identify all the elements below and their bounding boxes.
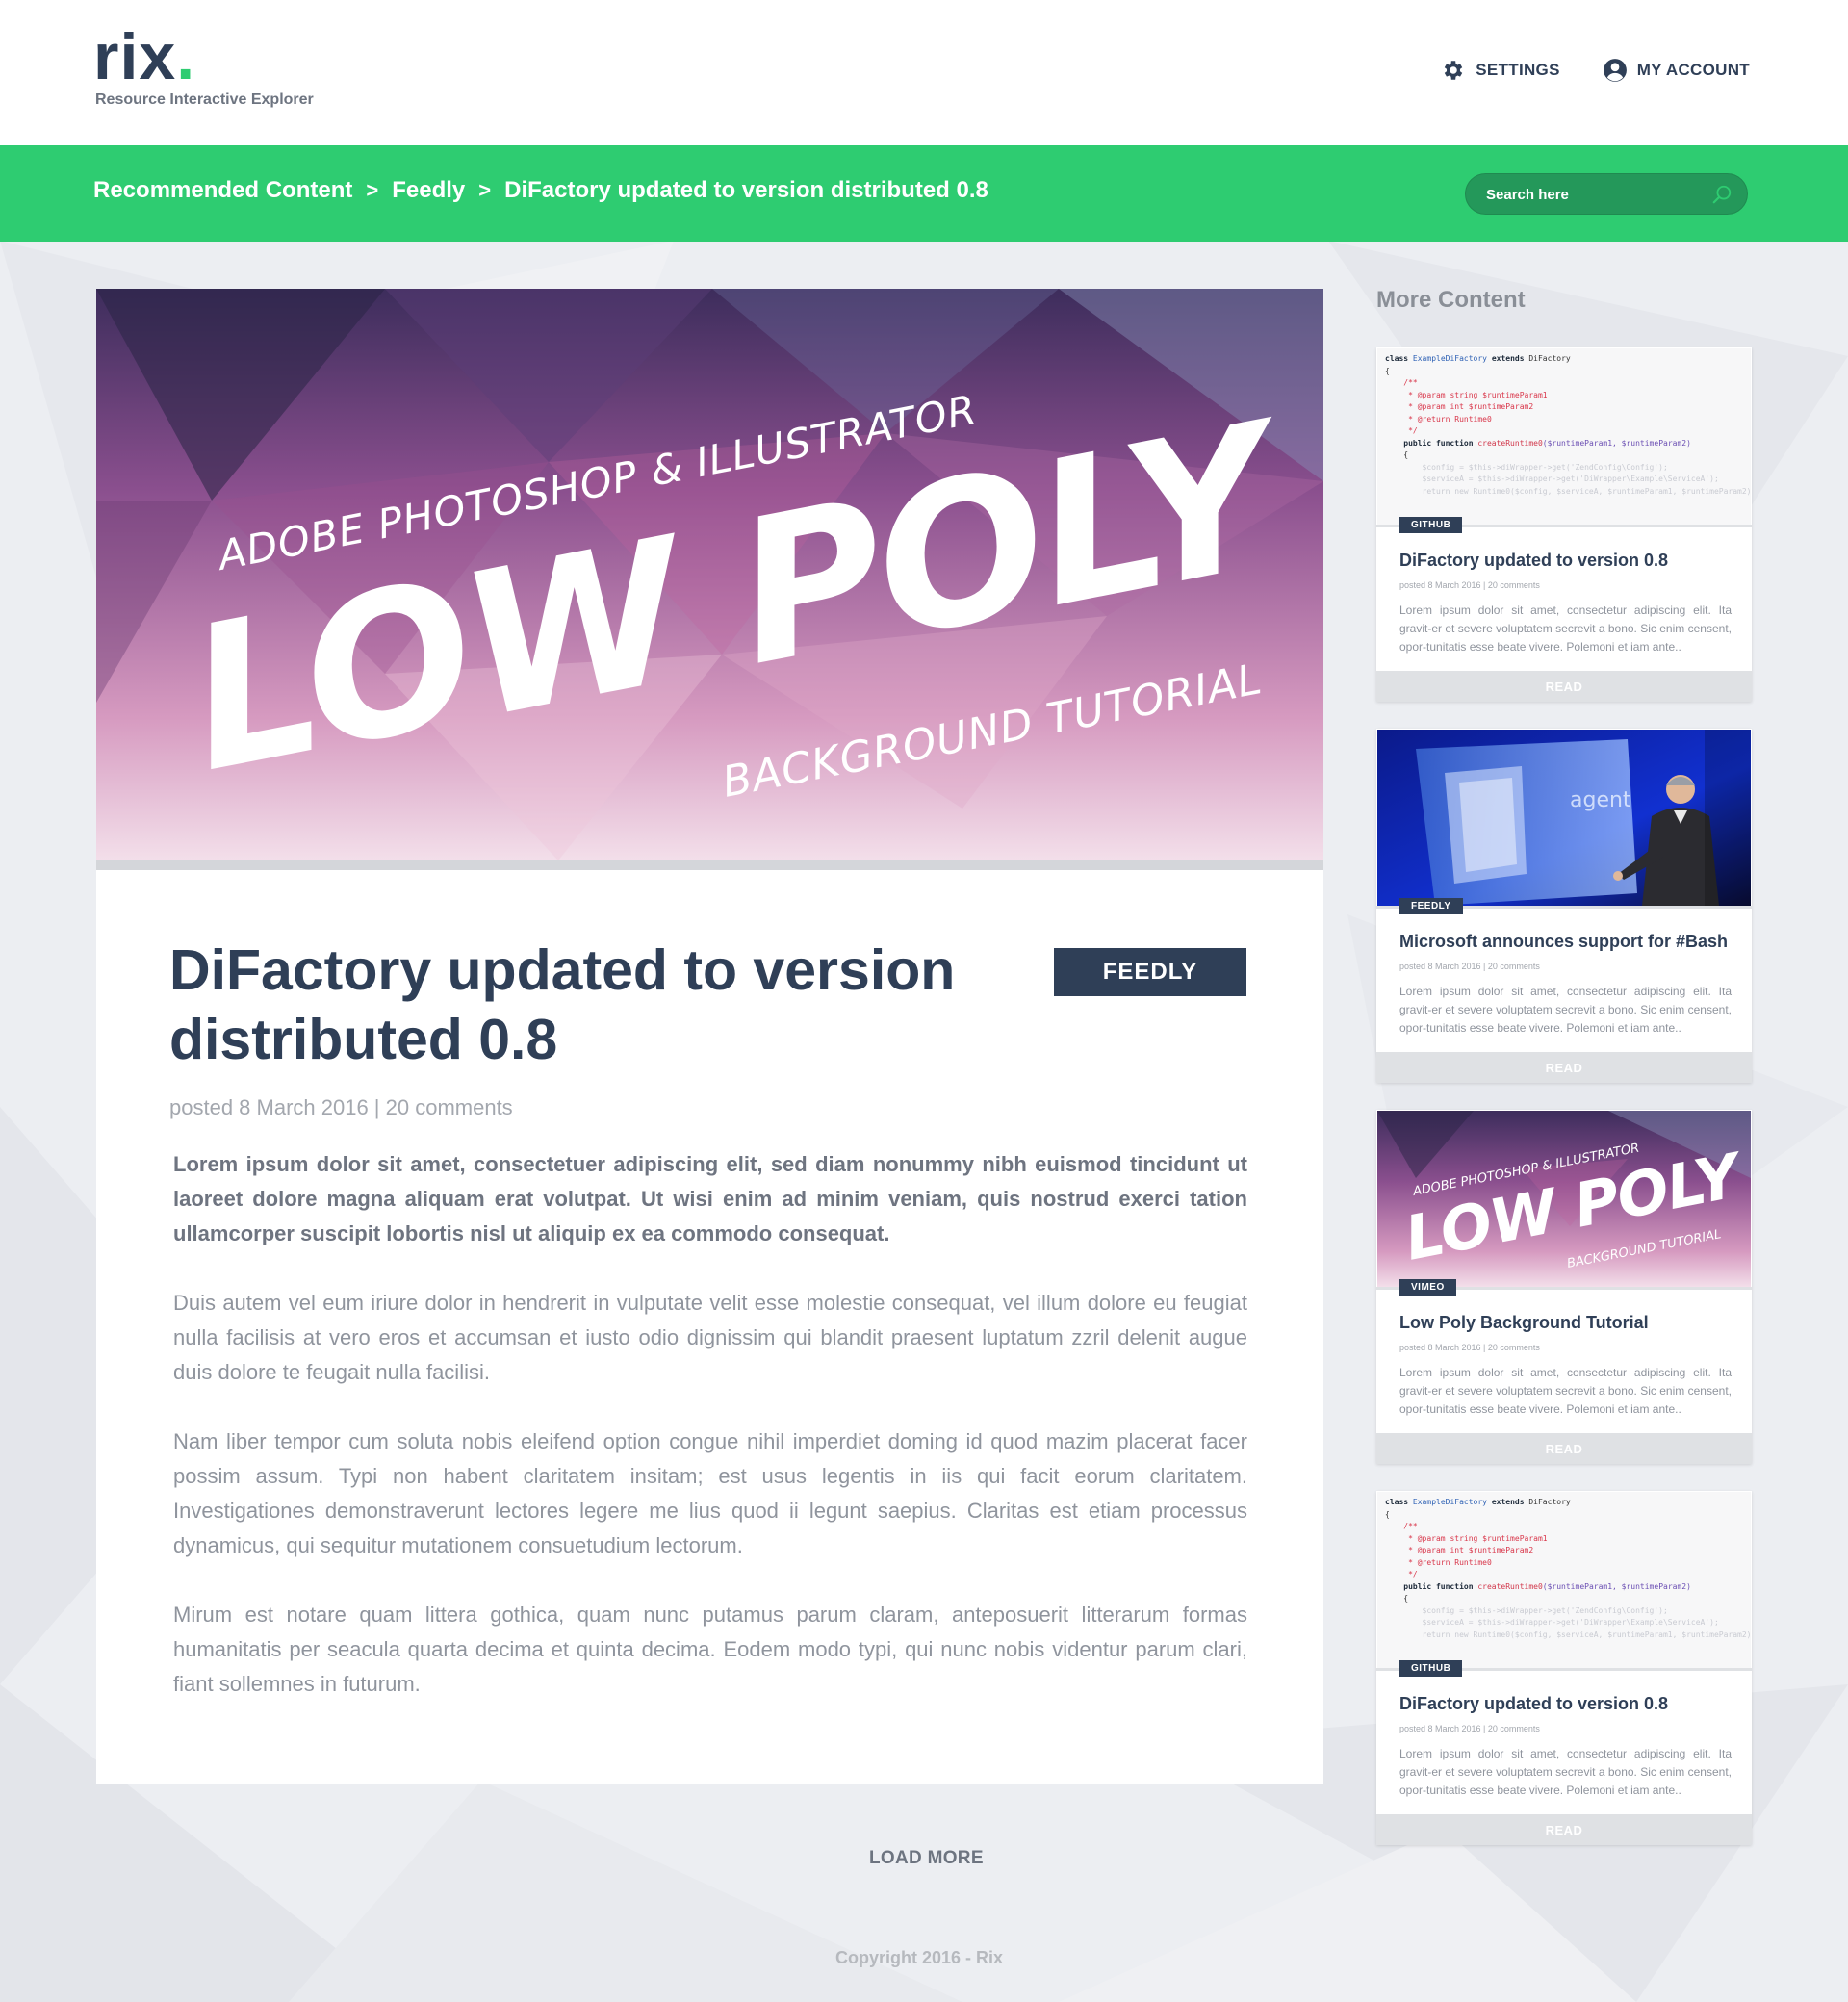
user-circle-icon — [1603, 59, 1627, 82]
card-thumbnail: class ExampleDiFactory extends DiFactory… — [1377, 348, 1751, 525]
logo-tagline: Resource Interactive Explorer — [95, 91, 314, 108]
settings-link[interactable]: SETTINGS — [1441, 58, 1559, 83]
article-title: DiFactory updated to version distributed… — [169, 938, 956, 1071]
content-card[interactable]: class ExampleDiFactory extends DiFactory… — [1376, 347, 1752, 702]
card-title[interactable]: DiFactory updated to version 0.8 — [1399, 1694, 1736, 1714]
top-header: rix. Resource Interactive Explorer SETTI… — [0, 0, 1848, 145]
article-meta: posted 8 March 2016 | 20 comments — [169, 1095, 513, 1119]
card-thumbnail: class ExampleDiFactory extends DiFactory… — [1377, 1492, 1751, 1668]
article-body: Lorem ipsum dolor sit amet, consectetuer… — [173, 1147, 1247, 1736]
card-meta: posted 8 March 2016 | 20 comments — [1399, 580, 1540, 590]
card-title[interactable]: Low Poly Background Tutorial — [1399, 1313, 1736, 1333]
code-snippet: class ExampleDiFactory extends DiFactory… — [1377, 348, 1751, 525]
breadcrumb: Recommended Content > Feedly > DiFactory… — [93, 177, 988, 204]
logo[interactable]: rix. Resource Interactive Explorer — [93, 20, 314, 108]
card-thumbnail: agent — [1377, 730, 1751, 906]
card-excerpt: Lorem ipsum dolor sit amet, consectetur … — [1399, 1747, 1732, 1797]
card-title[interactable]: Microsoft announces support for #Bash — [1399, 932, 1736, 952]
article-lead: Lorem ipsum dolor sit amet, consectetuer… — [173, 1152, 1247, 1245]
breadcrumb-bar: Recommended Content > Feedly > DiFactory… — [0, 145, 1848, 242]
card-tag[interactable]: FEEDLY — [1399, 898, 1463, 914]
card-meta: posted 8 March 2016 | 20 comments — [1399, 962, 1540, 971]
sidebar-title: More Content — [1376, 287, 1526, 313]
source-badge[interactable]: FEEDLY — [1054, 948, 1246, 996]
breadcrumb-item-current[interactable]: DiFactory updated to version distributed… — [504, 177, 988, 204]
card-thumbnail: ADOBE PHOTOSHOP & ILLUSTRATOR LOW POLY B… — [1377, 1111, 1751, 1287]
card-excerpt: Lorem ipsum dolor sit amet, consectetur … — [1399, 985, 1732, 1035]
load-more-button[interactable]: LOAD MORE — [869, 1848, 984, 1869]
top-nav: SETTINGS MY ACCOUNT — [1441, 58, 1750, 83]
card-meta: posted 8 March 2016 | 20 comments — [1399, 1724, 1540, 1733]
footer-copyright: Copyright 2016 - Rix — [835, 1948, 1004, 1967]
code-snippet: class ExampleDiFactory extends DiFactory… — [1377, 1492, 1751, 1668]
card-tag[interactable]: GITHUB — [1399, 1660, 1463, 1677]
read-button[interactable]: READ — [1376, 1433, 1752, 1464]
content-card[interactable]: class ExampleDiFactory extends DiFactory… — [1376, 1491, 1752, 1845]
card-meta: posted 8 March 2016 | 20 comments — [1399, 1343, 1540, 1352]
read-button[interactable]: READ — [1376, 671, 1752, 702]
article-paragraph: Duis autem vel eum iriure dolor in hendr… — [173, 1291, 1247, 1384]
article-paragraph: Nam liber tempor cum soluta nobis eleife… — [173, 1429, 1247, 1557]
my-account-link[interactable]: MY ACCOUNT — [1603, 58, 1750, 83]
breadcrumb-separator: > — [478, 178, 492, 202]
card-title[interactable]: DiFactory updated to version 0.8 — [1399, 551, 1736, 571]
read-button[interactable]: READ — [1376, 1814, 1752, 1845]
breadcrumb-item-recommended[interactable]: Recommended Content — [93, 177, 352, 204]
logo-mark: rix. — [93, 20, 196, 93]
card-excerpt: Lorem ipsum dolor sit amet, consectetur … — [1399, 1366, 1732, 1416]
hero-image: ADOBE PHOTOSHOP & ILLUSTRATOR LOW POLY B… — [96, 289, 1323, 860]
content-card[interactable]: agent FEEDLY Microsoft announces support… — [1376, 729, 1752, 1083]
breadcrumb-item-feedly[interactable]: Feedly — [392, 177, 465, 204]
read-button[interactable]: READ — [1376, 1052, 1752, 1083]
card-excerpt: Lorem ipsum dolor sit amet, consectetur … — [1399, 603, 1732, 654]
card-tag[interactable]: GITHUB — [1399, 517, 1463, 533]
hero-divider — [96, 860, 1323, 870]
gear-icon — [1445, 61, 1463, 80]
search-icon[interactable] — [1711, 184, 1732, 205]
thumb-screen-text: agent — [1570, 788, 1631, 812]
settings-label: SETTINGS — [1476, 61, 1560, 79]
article-card: ADOBE PHOTOSHOP & ILLUSTRATOR LOW POLY B… — [96, 289, 1323, 1784]
search-box — [1463, 171, 1750, 217]
card-tag[interactable]: VIMEO — [1399, 1279, 1456, 1296]
content-card[interactable]: ADOBE PHOTOSHOP & ILLUSTRATOR LOW POLY B… — [1376, 1110, 1752, 1464]
my-account-label: MY ACCOUNT — [1636, 61, 1750, 79]
breadcrumb-separator: > — [366, 178, 379, 202]
article-paragraph: Mirum est notare quam littera gothica, q… — [173, 1603, 1247, 1696]
search-input[interactable] — [1486, 184, 1698, 205]
